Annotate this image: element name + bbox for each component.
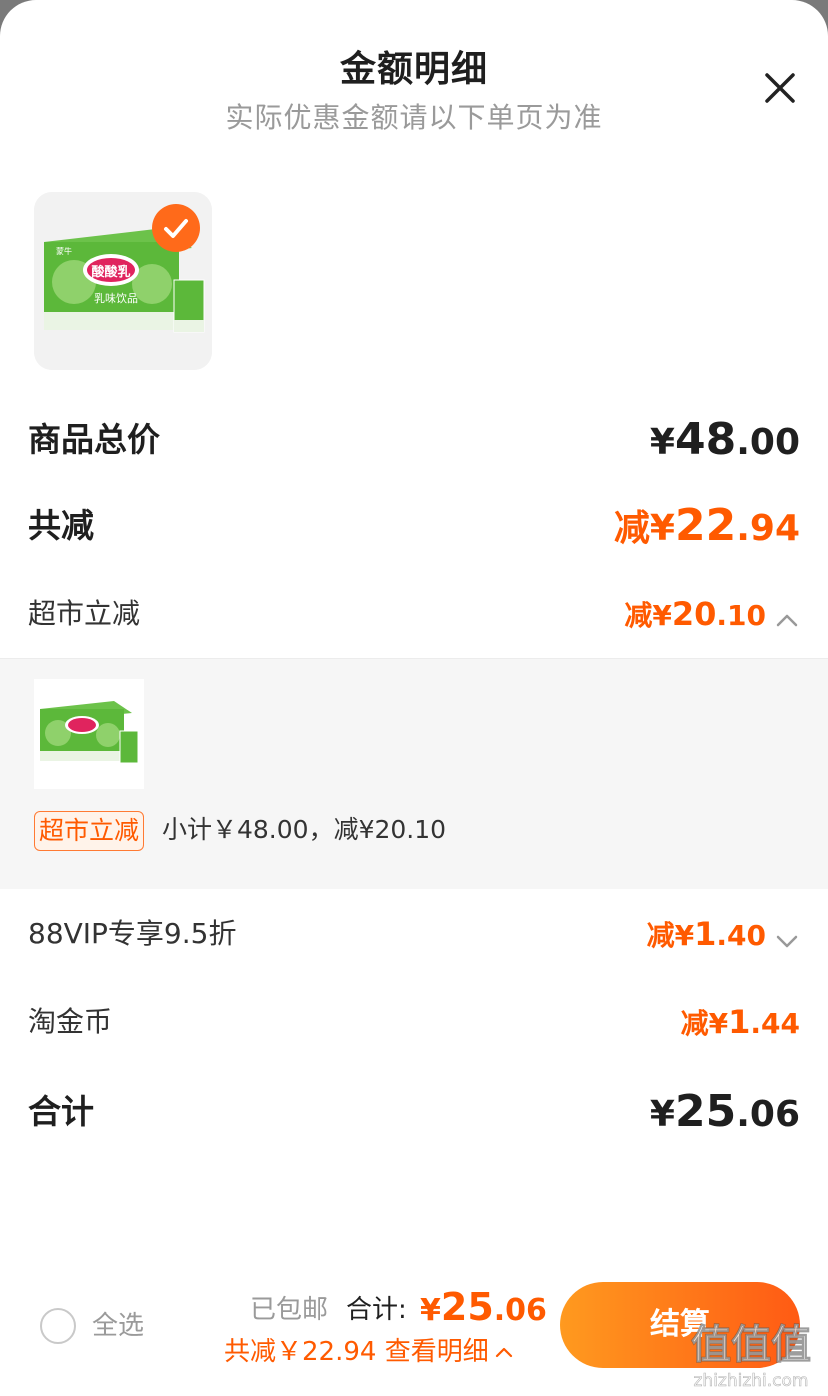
chevron-down-icon[interactable] <box>774 928 800 954</box>
supermarket-discount-row[interactable]: 超市立减 减¥20.10 <box>28 584 800 644</box>
supermarket-discount-value: 减¥20.10 <box>624 584 800 650</box>
amount-detail-sheet: 金额明细 实际优惠金额请以下单页为准 酸酸乳 乳味饮品 蒙牛 商品总价 ¥48.… <box>0 0 828 1396</box>
total-reduce-label: 共减 <box>28 506 94 545</box>
product-subname-text: 乳味饮品 <box>94 292 138 305</box>
detail-product-image[interactable] <box>34 679 144 789</box>
shipping-free-label: 已包邮 <box>250 1295 329 1325</box>
total-value: ¥25.06 <box>649 1086 800 1137</box>
product-box-illustration-small <box>34 679 144 789</box>
detail-subtotal-text: 小计￥48.00，减¥20.10 <box>162 815 447 844</box>
chevron-up-small-icon <box>495 1347 512 1357</box>
product-selected-check[interactable] <box>152 204 200 252</box>
sheet-subtitle: 实际优惠金额请以下单页为准 <box>225 101 603 134</box>
checkout-bar: 全选 已包邮 合计: ¥25.06 共减￥22.94 查看明细 结算 <box>0 1268 828 1396</box>
sheet-title: 金额明细 <box>339 49 488 90</box>
vip-discount-row[interactable]: 88VIP专享9.5折 减¥1.40 <box>28 904 800 964</box>
coins-discount-value: 减¥1.44 <box>680 1003 800 1041</box>
vip-discount-label: 88VIP专享9.5折 <box>28 917 237 950</box>
total-label: 合计 <box>28 1092 94 1131</box>
chevron-up-icon[interactable] <box>774 608 800 634</box>
select-all-label[interactable]: 全选 <box>92 1306 144 1346</box>
bottom-total-label: 合计: <box>346 1295 407 1325</box>
total-reduce-row: 共减 减¥22.94 <box>28 496 800 556</box>
goods-total-label: 商品总价 <box>28 420 160 459</box>
product-brand-text: 蒙牛 <box>56 246 72 256</box>
product-name-text: 酸酸乳 <box>91 264 130 280</box>
view-detail-link[interactable]: 共减￥22.94 查看明细 <box>224 1332 515 1372</box>
total-row: 合计 ¥25.06 <box>28 1082 800 1142</box>
checkout-button[interactable]: 结算 <box>560 1282 800 1368</box>
close-icon[interactable] <box>758 66 802 110</box>
supermarket-discount-label: 超市立减 <box>28 597 141 630</box>
coins-discount-row: 淘金币 减¥1.44 <box>28 992 800 1052</box>
vip-discount-value: 减¥1.40 <box>647 904 800 970</box>
goods-total-row: 商品总价 ¥48.00 <box>28 410 800 470</box>
supermarket-discount-tag: 超市立减 <box>34 811 145 851</box>
goods-total-value: ¥48.00 <box>649 414 800 465</box>
checkmark-icon <box>164 219 188 238</box>
coins-discount-label: 淘金币 <box>28 1005 113 1038</box>
select-all-radio[interactable] <box>40 1308 76 1344</box>
supermarket-discount-detail: 超市立减 小计￥48.00，减¥20.10 <box>0 658 828 889</box>
total-reduce-value: 减¥22.94 <box>613 500 800 551</box>
